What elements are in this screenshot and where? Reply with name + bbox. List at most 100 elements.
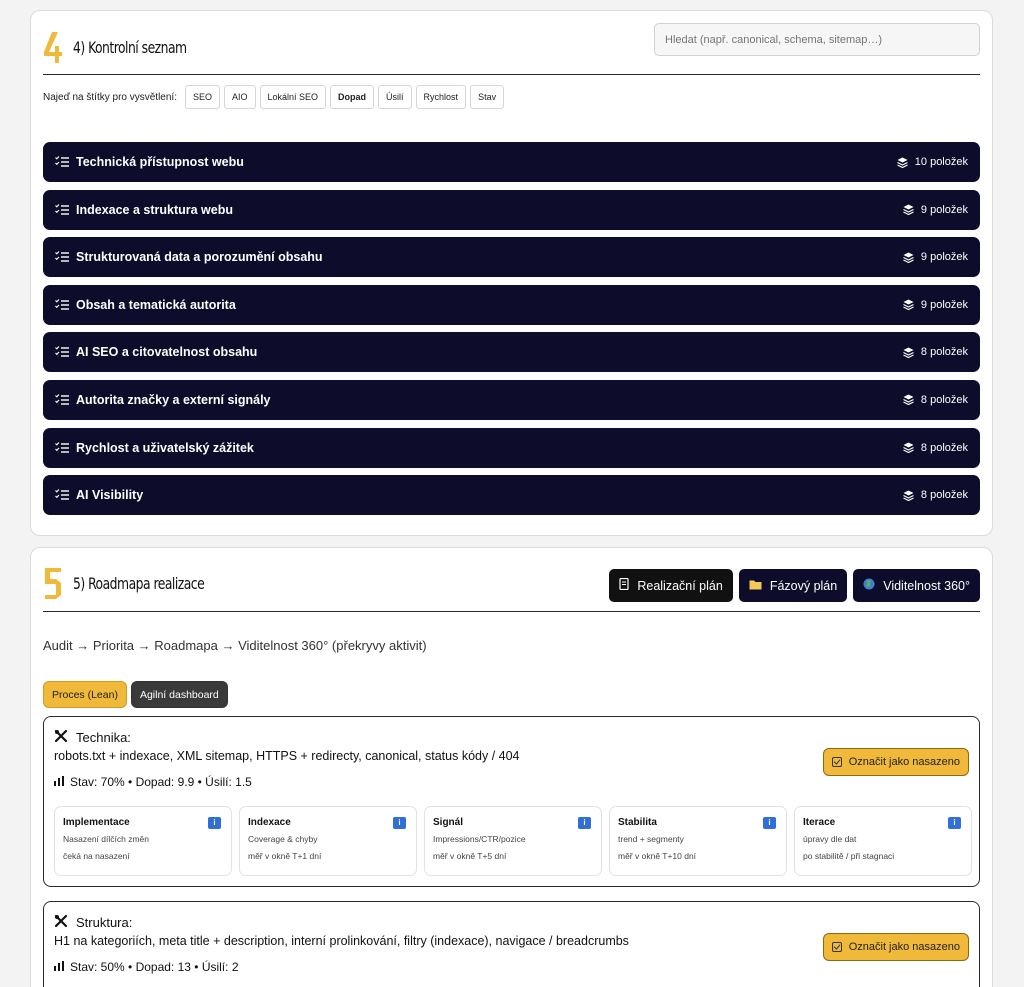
phase-title: Signál bbox=[433, 817, 464, 828]
view-mode-toggle: Proces (Lean) Agilní dashboard bbox=[43, 681, 228, 708]
info-icon[interactable]: i bbox=[393, 817, 406, 829]
tag-hint-row: Najeď na štítky pro vysvětlení: SEO AIO … bbox=[43, 85, 505, 109]
visibility-360-label: Viditelnost 360° bbox=[883, 578, 970, 593]
item-description: H1 na kategoriích, meta title + descript… bbox=[54, 934, 629, 948]
pill-agile-dashboard[interactable]: Agilní dashboard bbox=[130, 681, 228, 708]
phase-description: trend + segmenty bbox=[618, 834, 684, 844]
category-label: AI SEO a citovatelnost obsahu bbox=[76, 345, 258, 360]
realization-plan-label: Realizační plán bbox=[637, 578, 723, 593]
checklist-icon bbox=[55, 156, 69, 167]
category-row[interactable]: Autorita značky a externí signály 8 polož… bbox=[43, 379, 980, 420]
mark-deployed-label: Označit jako nasazeno bbox=[848, 756, 960, 768]
tag-aio[interactable]: AIO bbox=[224, 85, 256, 109]
checklist-icon bbox=[55, 251, 69, 262]
category-count-text: 9 položek bbox=[920, 298, 968, 311]
phase-title: Stabilita bbox=[618, 817, 657, 828]
stack-icon bbox=[903, 442, 914, 454]
tag-local-seo[interactable]: Lokální SEO bbox=[259, 85, 327, 109]
divider bbox=[43, 74, 980, 75]
item-stats: Stav: 50% • Dopad: 13 • Úsilí: 2 bbox=[54, 960, 239, 974]
category-count: 8 položek bbox=[903, 394, 968, 406]
tag-usili[interactable]: Úsilí bbox=[378, 85, 412, 109]
category-row[interactable]: AI SEO a citovatelnost obsahu 8 položek bbox=[43, 332, 980, 373]
tag-stav[interactable]: Stav bbox=[470, 85, 505, 109]
category-count-text: 9 položek bbox=[920, 251, 968, 264]
phase-description: úpravy dle dat bbox=[803, 834, 857, 844]
mark-deployed-button[interactable]: Označit jako nasazeno bbox=[822, 933, 969, 961]
category-count-text: 10 položek bbox=[914, 156, 968, 168]
category-count: 9 položek bbox=[903, 204, 968, 216]
phase-description: Impressions/CTR/pozice bbox=[433, 834, 526, 844]
category-row[interactable]: Obsah a tematická autorita 9 položek bbox=[43, 284, 980, 325]
checklist-icon bbox=[55, 298, 69, 310]
phase-card: Iterace úpravy dle dat po stabilitě / při … bbox=[794, 806, 972, 876]
item-heading: Technika: bbox=[54, 729, 131, 746]
phase-timing: měř v okně T+5 dní bbox=[433, 851, 507, 861]
stack-icon bbox=[897, 157, 908, 168]
phase-cards: Implementace Nasazení dílčích změn čeká na… bbox=[54, 806, 972, 876]
roadmap-card: 5) Roadmapa realizace Realizační plán Fá… bbox=[30, 547, 993, 987]
bar-chart-icon bbox=[54, 775, 64, 789]
checklist-card: 4) Kontrolní seznam Najeď na štítky pro … bbox=[30, 10, 993, 536]
phase-card: Signál Impressions/CTR/pozice měř v okně T… bbox=[424, 806, 602, 876]
category-count-text: 8 položek bbox=[920, 393, 968, 406]
checkbox-icon bbox=[831, 757, 842, 767]
category-row[interactable]: Technická přístupnost webu 10 položek bbox=[43, 142, 980, 182]
phase-title: Iterace bbox=[803, 817, 836, 828]
category-count-text: 9 položek bbox=[920, 203, 968, 216]
category-list: Technická přístupnost webu 10 položek Inde… bbox=[43, 142, 980, 523]
item-description: robots.txt + indexace, XML sitemap, HTTP… bbox=[54, 749, 520, 763]
phase-plan-button[interactable]: Fázový plán bbox=[738, 569, 848, 602]
item-stat-text: Stav: 50% • Dopad: 13 • Úsilí: 2 bbox=[70, 960, 239, 974]
info-icon[interactable]: i bbox=[208, 817, 221, 829]
item-title: Technika: bbox=[76, 730, 131, 745]
phase-description: Nasazení dílčích změn bbox=[63, 834, 149, 844]
search-input[interactable] bbox=[654, 23, 980, 56]
phase-card: Implementace Nasazení dílčích změn čeká na… bbox=[54, 806, 232, 876]
checklist-title: 4) Kontrolní seznam bbox=[73, 37, 187, 57]
category-label: Indexace a struktura webu bbox=[76, 202, 234, 217]
globe-icon bbox=[863, 578, 875, 593]
bar-chart-icon bbox=[54, 960, 64, 974]
stack-icon bbox=[903, 252, 914, 263]
info-icon[interactable]: i bbox=[578, 817, 591, 829]
tools-icon bbox=[54, 729, 68, 746]
mark-deployed-button[interactable]: Označit jako nasazeno bbox=[822, 748, 969, 776]
category-label: Rychlost a uživatelský zážitek bbox=[76, 440, 254, 455]
category-row[interactable]: Strukturovaná data a porozumění obsahu 9 … bbox=[43, 237, 980, 278]
info-icon[interactable]: i bbox=[948, 817, 961, 829]
realization-plan-button[interactable]: Realizační plán bbox=[609, 569, 733, 602]
view-buttons: Realizační plán Fázový plán Viditelnost … bbox=[609, 569, 980, 602]
divider bbox=[43, 611, 980, 612]
mark-deployed-label: Označit jako nasazeno bbox=[848, 941, 960, 953]
visibility-360-button[interactable]: Viditelnost 360° bbox=[853, 569, 980, 602]
category-row[interactable]: Rychlost a uživatelský zážitek 8 položek bbox=[43, 427, 980, 468]
tag-seo[interactable]: SEO bbox=[184, 85, 220, 109]
tag-dopad[interactable]: Dopad bbox=[330, 85, 375, 109]
category-count: 10 položek bbox=[897, 156, 968, 168]
checkbox-icon bbox=[831, 942, 842, 952]
pill-lean-process[interactable]: Proces (Lean) bbox=[43, 681, 127, 708]
checklist-icon bbox=[55, 441, 69, 453]
phase-description: Coverage & chyby bbox=[248, 834, 318, 844]
category-count-text: 8 položek bbox=[920, 441, 968, 454]
item-stat-text: Stav: 70% • Dopad: 9.9 • Úsilí: 1.5 bbox=[70, 775, 252, 789]
tag-rychlost[interactable]: Rychlost bbox=[415, 85, 467, 109]
category-label: Technická přístupnost webu bbox=[76, 155, 244, 169]
category-count-text: 8 položek bbox=[920, 346, 968, 359]
category-row[interactable]: Indexace a struktura webu 9 položek bbox=[43, 189, 980, 230]
phase-timing: měř v okně T+1 dní bbox=[248, 851, 322, 861]
tools-icon bbox=[54, 914, 68, 931]
roadmap-item: Struktura: H1 na kategoriích, meta title… bbox=[43, 901, 980, 987]
stack-icon bbox=[903, 394, 914, 406]
category-row[interactable]: AI Visibility 8 položek bbox=[43, 475, 980, 516]
stack-icon bbox=[903, 204, 914, 216]
stack-icon bbox=[903, 299, 914, 311]
category-count-text: 8 položek bbox=[920, 489, 968, 502]
phase-title: Indexace bbox=[248, 817, 291, 828]
category-label: AI Visibility bbox=[76, 488, 144, 503]
item-stats: Stav: 70% • Dopad: 9.9 • Úsilí: 1.5 bbox=[54, 775, 252, 789]
info-icon[interactable]: i bbox=[763, 817, 776, 829]
checklist-icon bbox=[55, 203, 69, 215]
stack-icon bbox=[903, 490, 914, 501]
